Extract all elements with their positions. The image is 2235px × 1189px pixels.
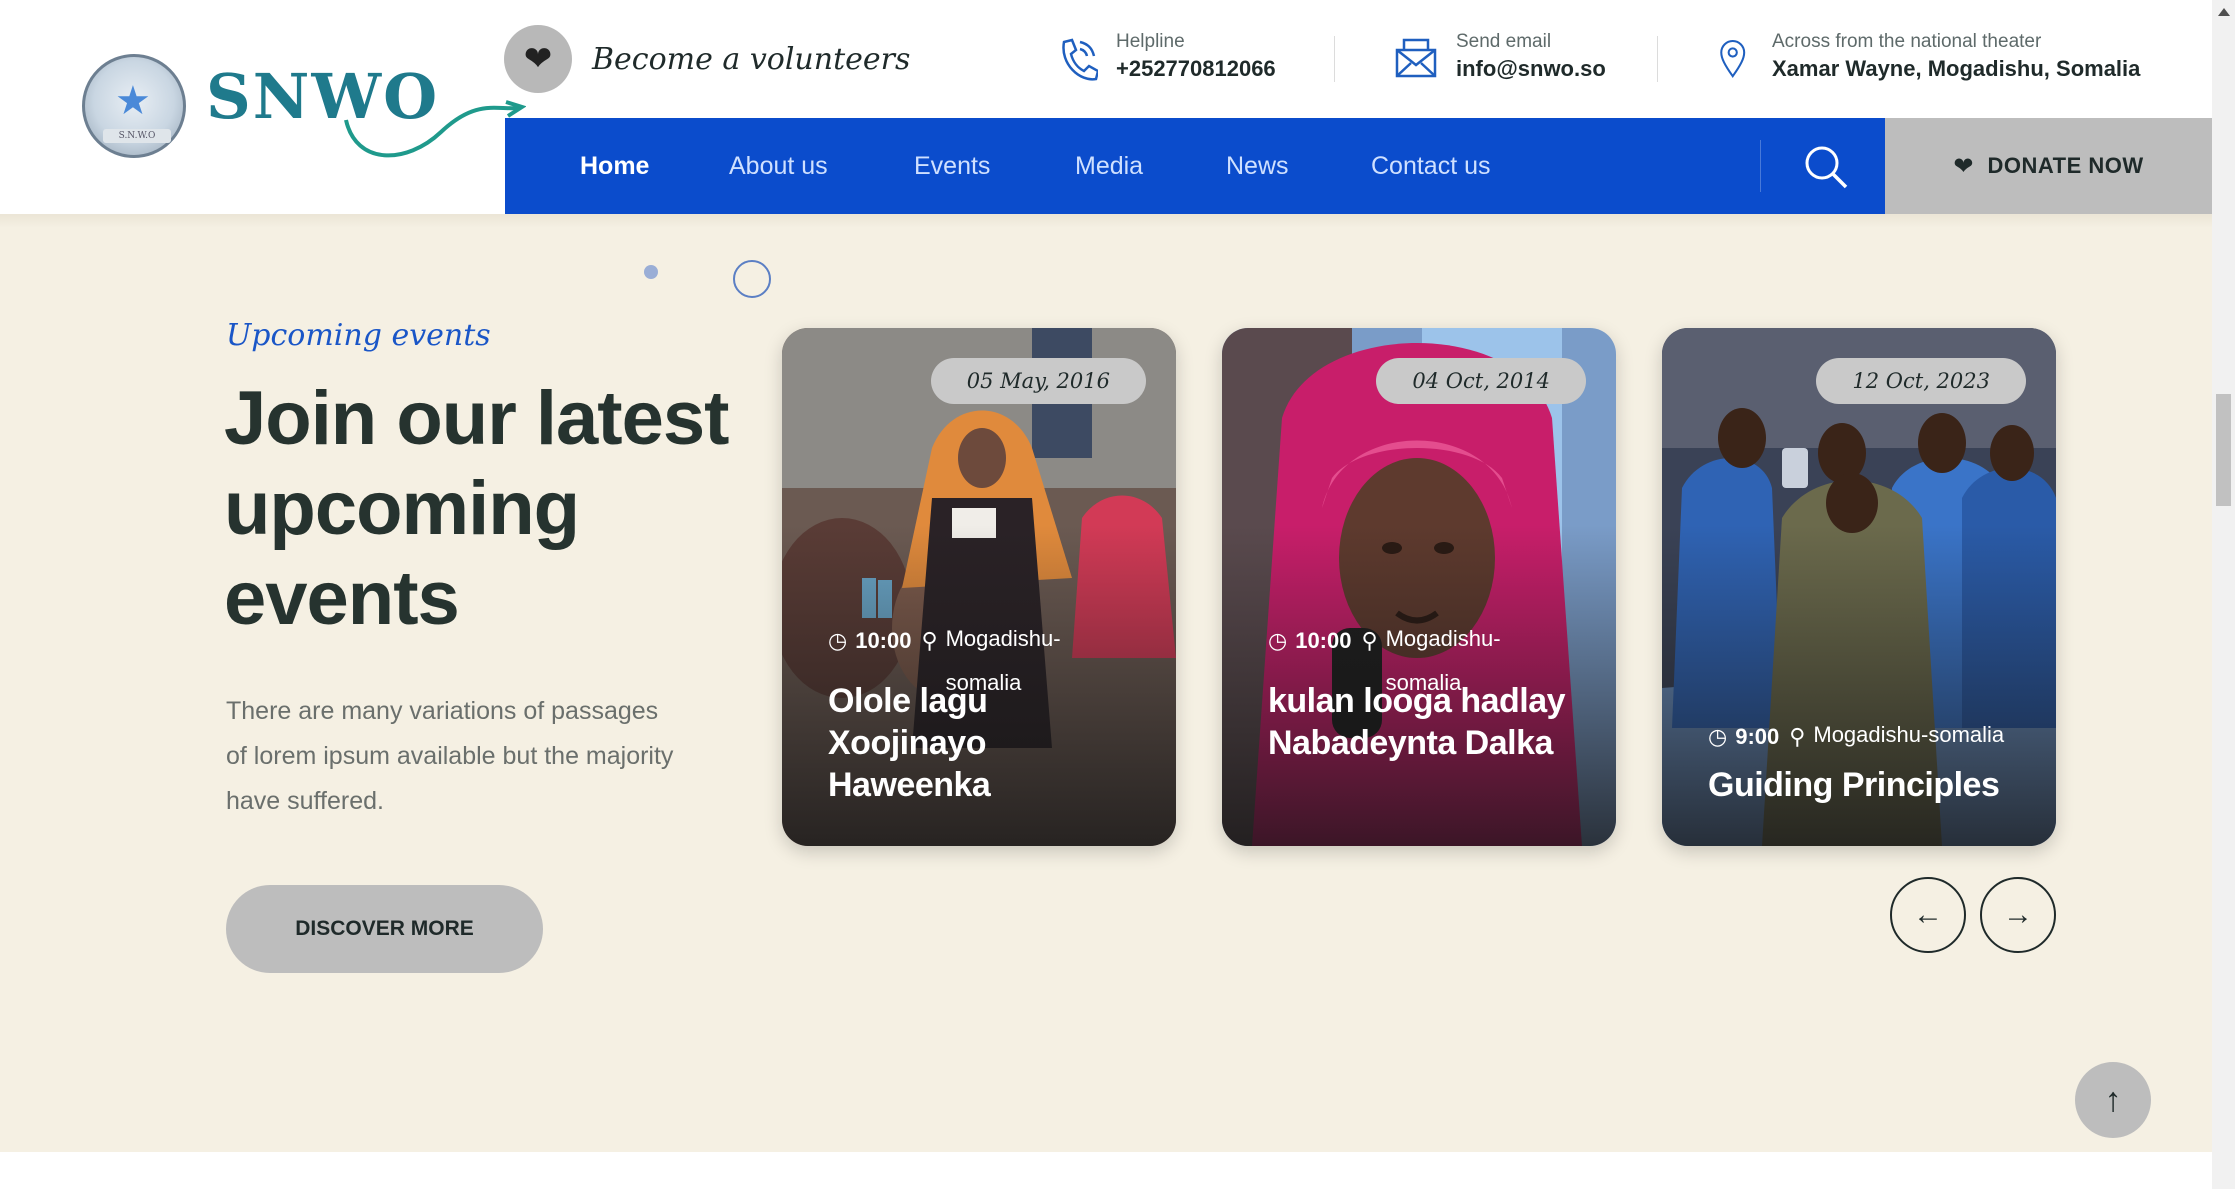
email-label: Send email [1456, 31, 1552, 52]
location-pin-icon: ⚲ [921, 628, 938, 653]
event-card[interactable]: 05 May, 2016 ◷ 10:00 ⚲ Mogadishu-somalia… [782, 328, 1176, 846]
nav-news[interactable]: News [1226, 118, 1289, 214]
nav-about-us[interactable]: About us [729, 118, 828, 214]
event-card[interactable]: 12 Oct, 2023 ◷ 9:00 ⚲ Mogadishu-somalia … [1662, 328, 2056, 846]
event-card[interactable]: 04 Oct, 2014 ◷ 10:00 ⚲ Mogadishu-somalia… [1222, 328, 1616, 846]
nav-contact-us[interactable]: Contact us [1371, 118, 1491, 214]
main-nav: Home About us Events Media News Contact … [505, 118, 1885, 214]
decorative-ring [733, 260, 771, 298]
nav-media[interactable]: Media [1075, 118, 1143, 214]
event-title[interactable]: Olole lagu Xoojinayo Haweenka [828, 680, 1146, 806]
page-scrollbar[interactable] [2212, 0, 2235, 1189]
email-info: Send email info@snwo.so [1394, 30, 1606, 84]
clock-icon: ◷ [828, 628, 848, 653]
section-shadow [0, 214, 2212, 228]
event-time: 10:00 [1295, 628, 1352, 653]
event-title[interactable]: Guiding Principles [1708, 764, 2026, 806]
address-value: Xamar Wayne, Mogadishu, Somalia [1772, 56, 2141, 81]
site-header: ★ S.N.W.O SNWO ❤ Become a volunteers Hel… [0, 0, 2212, 214]
event-meta: ◷ 9:00 ⚲ Mogadishu-somalia [1708, 722, 2048, 757]
event-title[interactable]: kulan looga hadlay Nabadeynta Dalka [1268, 680, 1586, 764]
heart-icon: ❤ [504, 25, 572, 93]
heart-icon: ❤ [1953, 152, 1974, 180]
nav-events[interactable]: Events [914, 118, 990, 214]
mail-icon [1395, 38, 1437, 78]
donate-label: DONATE NOW [1987, 153, 2144, 178]
carousel-prev-button[interactable]: ← [1890, 877, 1966, 953]
section-eyebrow: Upcoming events [226, 318, 491, 353]
helpline-info: Helpline +252770812066 [1054, 30, 1276, 84]
event-time: 9:00 [1735, 724, 1780, 749]
address-info: Across from the national theater Xamar W… [1718, 30, 2140, 84]
contact-divider [1657, 36, 1658, 82]
event-date: 12 Oct, 2023 [1816, 358, 2026, 404]
nav-home[interactable]: Home [580, 118, 649, 214]
scroll-thumb[interactable] [2216, 394, 2231, 506]
location-pin-icon: ⚲ [1789, 724, 1806, 749]
helpline-label: Helpline [1116, 31, 1185, 52]
logo-seal-band: S.N.W.O [103, 129, 171, 143]
clock-icon: ◷ [1268, 628, 1288, 653]
location-pin-icon [1720, 40, 1746, 78]
scroll-up-icon[interactable] [2218, 8, 2230, 16]
donate-button[interactable]: ❤ DONATE NOW [1885, 118, 2212, 214]
decorative-dot [644, 265, 658, 279]
next-section [0, 1152, 2212, 1189]
phone-icon [1062, 38, 1098, 81]
event-time: 10:00 [855, 628, 912, 653]
discover-more-button[interactable]: DISCOVER MORE [226, 885, 543, 973]
nav-divider [1760, 140, 1761, 192]
search-icon[interactable] [1803, 144, 1849, 190]
become-volunteer-link[interactable]: ❤ Become a volunteers [504, 25, 910, 93]
carousel-next-button[interactable]: → [1980, 877, 2056, 953]
section-description: There are many variations of passages of… [226, 697, 674, 815]
logo-seal: ★ S.N.W.O [82, 54, 186, 158]
back-to-top-button[interactable]: ↑ [2075, 1062, 2151, 1138]
clock-icon: ◷ [1708, 724, 1728, 749]
upcoming-events-section: Upcoming events Join our latest upcoming… [0, 214, 2212, 1152]
helpline-number[interactable]: +252770812066 [1116, 54, 1276, 84]
address-label: Across from the national theater [1772, 31, 2042, 52]
email-address[interactable]: info@snwo.so [1456, 54, 1606, 84]
section-heading: Join our latest upcoming events [224, 376, 729, 641]
location-pin-icon: ⚲ [1361, 628, 1378, 653]
volunteer-label: Become a volunteers [592, 41, 911, 77]
logo-swoosh-icon [344, 100, 526, 158]
site-logo[interactable]: ★ S.N.W.O SNWO [82, 50, 526, 166]
star-icon: ★ [115, 79, 151, 123]
event-date: 04 Oct, 2014 [1376, 358, 1586, 404]
contact-divider [1334, 36, 1335, 82]
event-date: 05 May, 2016 [930, 358, 1146, 404]
event-location: Mogadishu-somalia [1813, 722, 2005, 747]
